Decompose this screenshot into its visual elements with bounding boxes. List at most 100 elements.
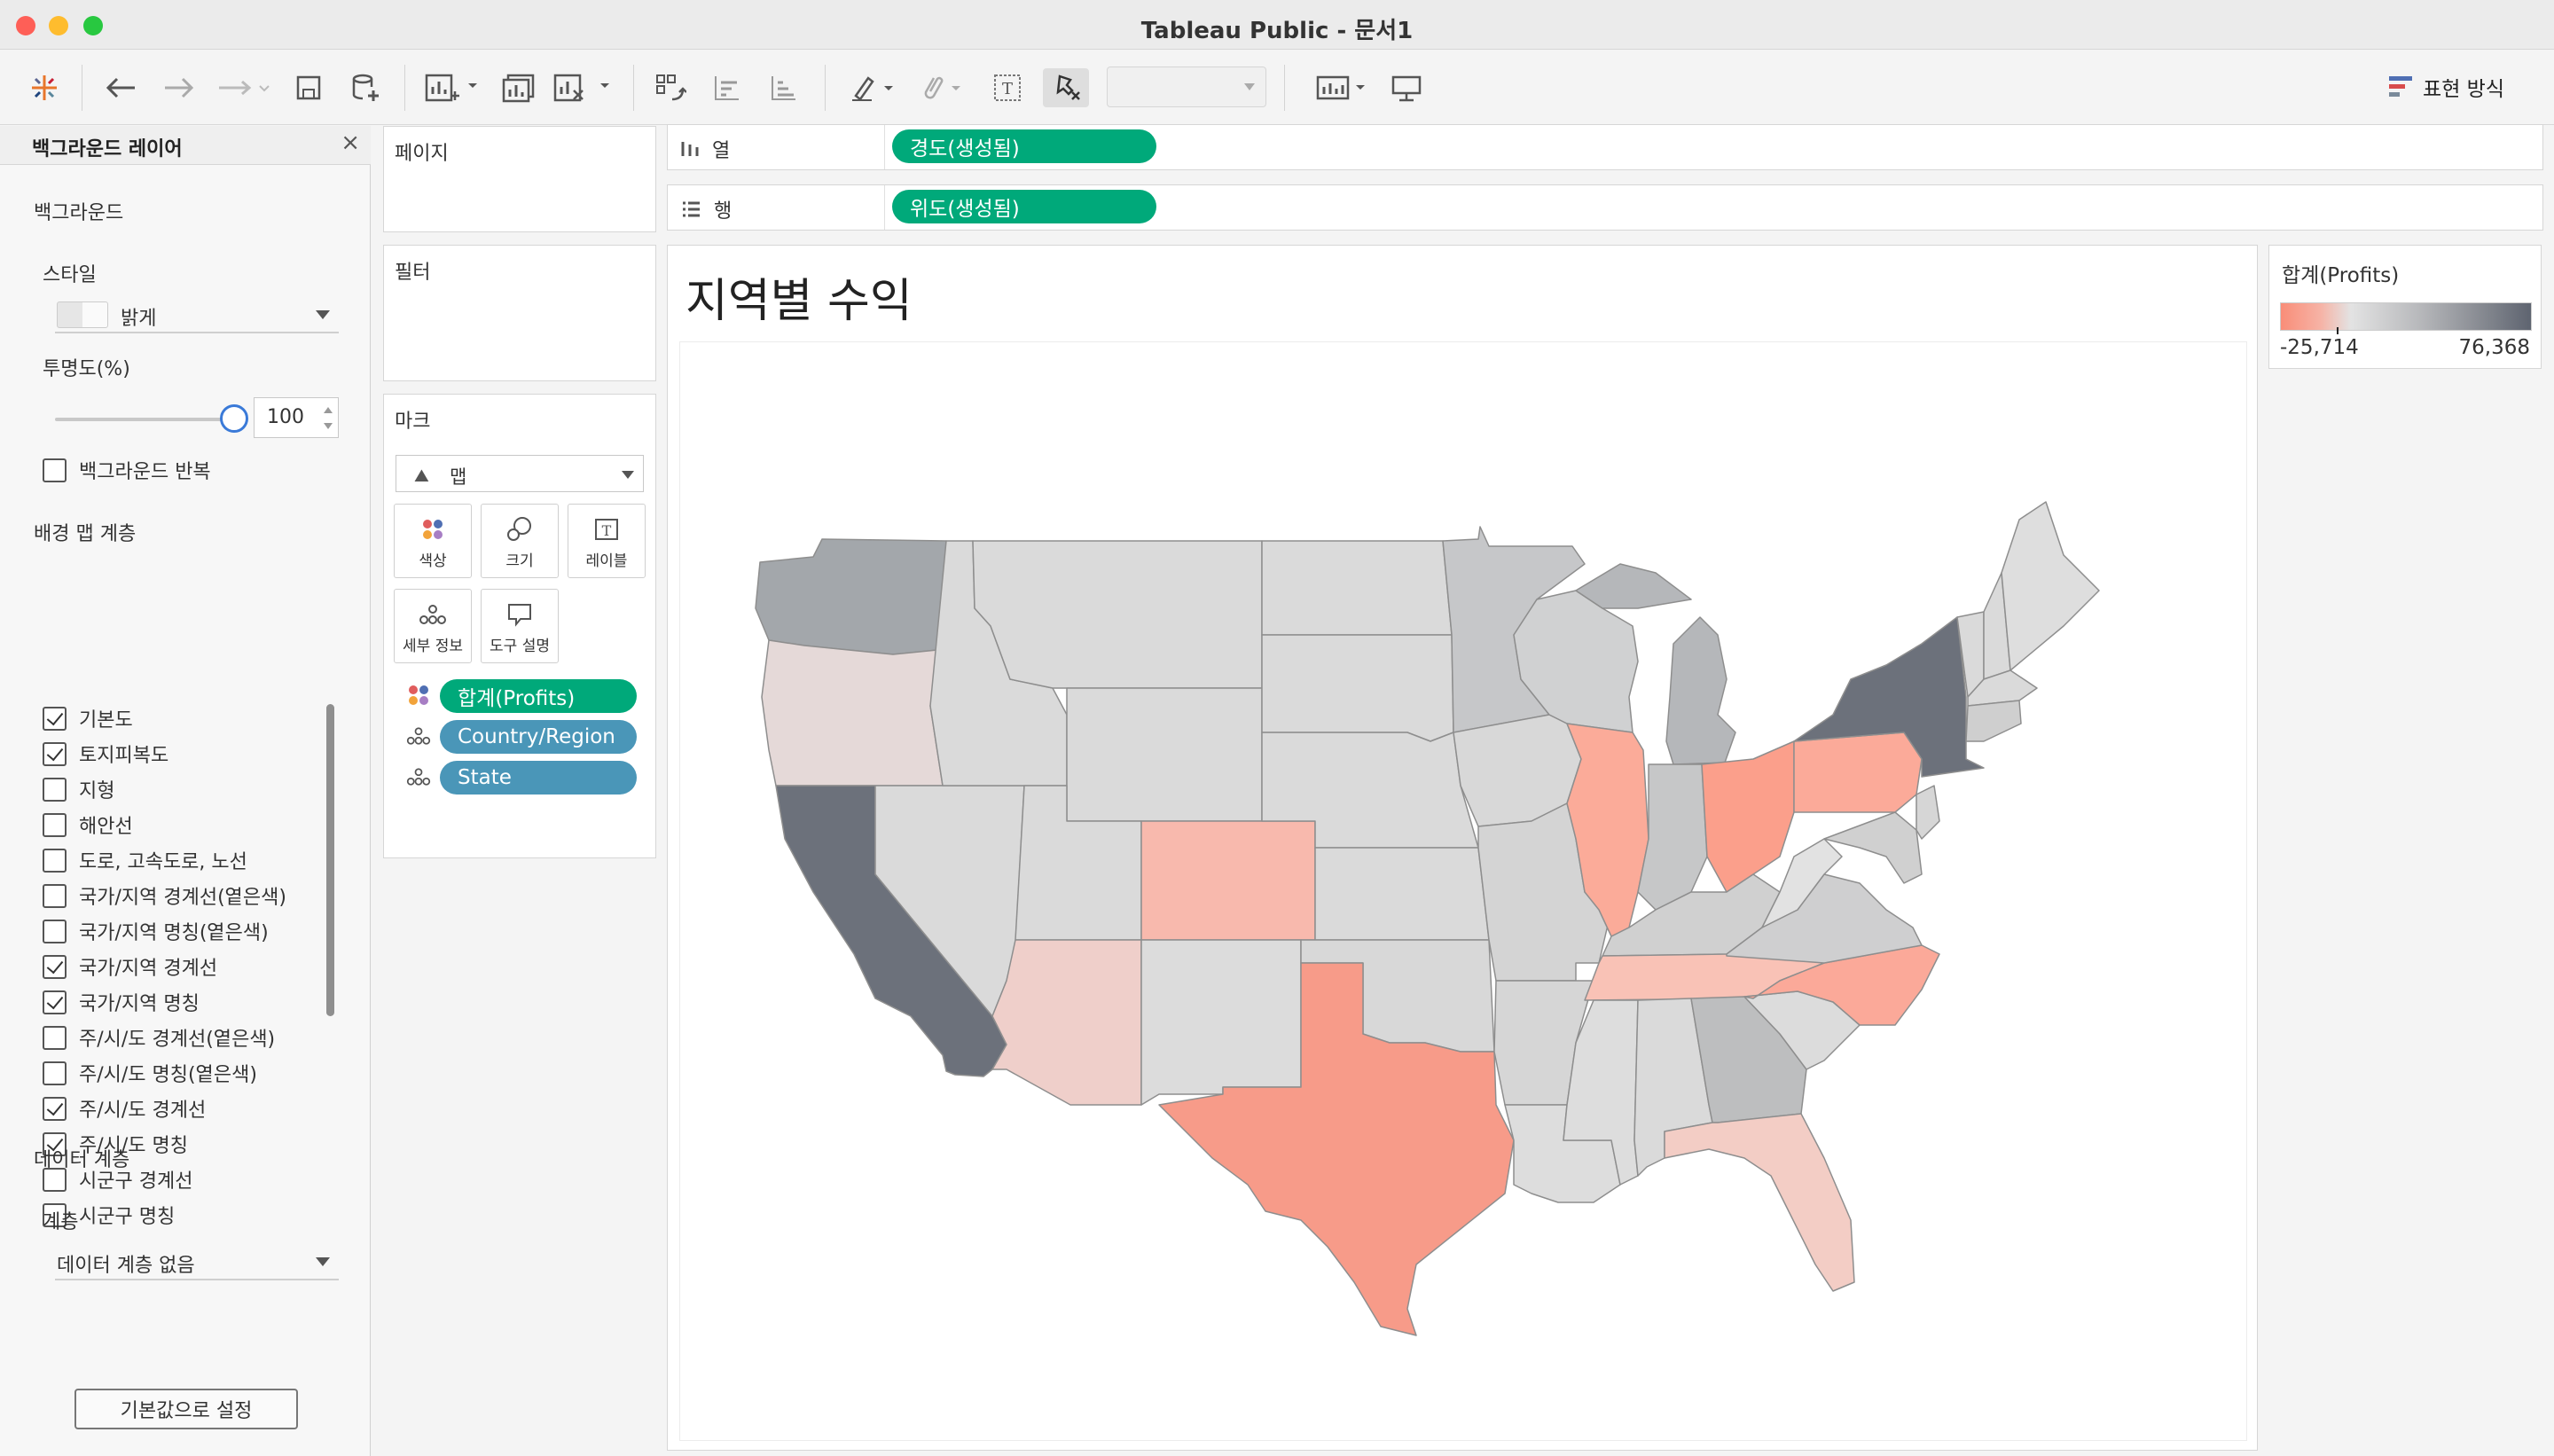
highlight-icon[interactable] <box>846 68 899 107</box>
shelf-divider <box>884 185 885 230</box>
save-icon[interactable] <box>289 68 328 107</box>
fit-dropdown[interactable] <box>1107 67 1266 107</box>
profits-color-pill[interactable]: 합계(Profits) <box>440 679 637 713</box>
columns-icon <box>681 142 699 156</box>
swap-rows-columns-icon[interactable] <box>649 68 692 107</box>
map-layer-item[interactable]: 국가/지역 경계선 <box>43 952 217 981</box>
reset-to-default-button[interactable]: 기본값으로 설정 <box>74 1389 298 1429</box>
state-colorado <box>1140 820 1316 941</box>
map-layer-label: 주/시/도 명칭(옅은색) <box>79 1064 257 1086</box>
panel-header: 백그라운드 레이어 × <box>0 126 371 165</box>
opacity-slider-handle[interactable] <box>220 404 248 433</box>
color-button[interactable]: 색상 <box>394 504 472 578</box>
svg-text:T: T <box>602 522 612 539</box>
map-layer-label: 국가/지역 명칭 <box>79 993 200 1015</box>
longitude-pill[interactable]: 경도(생성됨) <box>892 129 1156 163</box>
country-region-detail-pill[interactable]: Country/Region <box>440 720 637 754</box>
checkbox-checked-icon[interactable] <box>43 990 67 1014</box>
checkbox-checked-icon[interactable] <box>43 706 67 731</box>
color-label: 색상 <box>419 552 447 570</box>
layer-label: 계층 <box>43 1211 79 1233</box>
opacity-slider-track[interactable] <box>55 418 231 421</box>
close-panel-icon[interactable]: × <box>341 129 360 156</box>
checkbox-icon[interactable] <box>43 812 67 837</box>
tableau-logo-icon[interactable] <box>25 68 64 107</box>
sort-descending-icon[interactable] <box>763 68 805 107</box>
map-layer-item[interactable]: 국가/지역 경계선(옅은색) <box>43 881 286 910</box>
checkbox-icon[interactable] <box>43 777 67 802</box>
checkbox-icon[interactable] <box>43 1061 67 1085</box>
duplicate-sheet-icon[interactable] <box>497 68 541 107</box>
size-button[interactable]: 크기 <box>481 504 559 578</box>
map-layer-item[interactable]: 주/시/도 명칭(옅은색) <box>43 1059 257 1087</box>
clear-sheet-icon[interactable] <box>550 68 614 107</box>
detail-button[interactable]: 세부 정보 <box>394 589 472 663</box>
checkbox-icon[interactable] <box>43 848 67 873</box>
checkbox-checked-icon[interactable] <box>43 741 67 766</box>
style-swatch-icon <box>57 301 108 328</box>
map-layer-item[interactable]: 국가/지역 명칭 <box>43 988 200 1016</box>
checkbox-checked-icon[interactable] <box>43 954 67 979</box>
checkbox-icon[interactable] <box>43 1025 67 1050</box>
show-cards-icon[interactable] <box>1312 68 1373 107</box>
latitude-pill[interactable]: 위도(생성됨) <box>892 190 1156 223</box>
stepper-down-icon[interactable] <box>324 423 333 429</box>
toolbar-separator <box>1284 65 1285 111</box>
checkbox-icon[interactable] <box>43 458 67 482</box>
us-profit-map[interactable] <box>680 342 2248 1442</box>
label-label: 레이블 <box>585 552 628 570</box>
label-button[interactable]: T 레이블 <box>568 504 646 578</box>
mark-type-dropdown[interactable]: ⛰ 맵 <box>396 455 644 492</box>
style-label: 스타일 <box>43 264 97 286</box>
presentation-mode-icon[interactable] <box>1385 68 1428 107</box>
sort-ascending-icon[interactable] <box>706 68 748 107</box>
map-layer-item[interactable]: 주/시/도 경계선(옅은색) <box>43 1023 275 1052</box>
show-mark-labels-icon[interactable]: T <box>986 68 1029 107</box>
show-me-button[interactable]: 표현 방식 <box>2389 72 2504 102</box>
view-title[interactable]: 지역별 수익 <box>686 263 913 330</box>
window-title: Tableau Public - 문서1 <box>1140 18 1414 44</box>
group-members-icon[interactable] <box>913 68 967 107</box>
opacity-stepper[interactable]: 100 <box>254 397 339 438</box>
marks-title: 마크 <box>395 411 431 433</box>
tooltip-button[interactable]: 도구 설명 <box>481 589 559 663</box>
filters-card[interactable]: 필터 <box>383 245 656 381</box>
checkbox-checked-icon[interactable] <box>43 1096 67 1121</box>
checkbox-icon[interactable] <box>43 919 67 943</box>
map-layer-item[interactable]: 도로, 고속도로, 노선 <box>43 846 247 874</box>
map-layer-item[interactable]: 기본도 <box>43 704 133 732</box>
worksheet-view: 지역별 수익 <box>667 245 2258 1451</box>
replay-animation-icon[interactable] <box>213 68 275 107</box>
tooltip-icon <box>506 599 533 630</box>
state-indiana <box>1637 763 1708 911</box>
map-layer-item[interactable]: 토지피복도 <box>43 740 168 768</box>
undo-icon[interactable] <box>99 68 142 107</box>
state-florida <box>1664 1113 1855 1292</box>
fix-axes-icon[interactable] <box>1043 68 1089 107</box>
columns-shelf-label: 열 <box>680 135 730 163</box>
new-data-source-icon[interactable] <box>346 68 385 107</box>
map-layer-label: 해안선 <box>79 816 133 838</box>
toolbar: T 표현 방식 <box>0 51 2554 125</box>
map-layer-item[interactable]: 국가/지역 명칭(옅은색) <box>43 917 269 945</box>
size-label: 크기 <box>505 552 534 570</box>
style-dropdown[interactable]: 밝게 <box>55 294 339 333</box>
map-layer-item[interactable]: 지형 <box>43 775 114 803</box>
detail-label: 세부 정보 <box>403 638 463 655</box>
tableau-window: Tableau Public - 문서1 T 표현 방식 백그라운드 레이어 ×… <box>0 0 2554 1456</box>
pages-card[interactable]: 페이지 <box>383 126 656 232</box>
stepper-up-icon[interactable] <box>324 407 333 413</box>
data-layer-dropdown[interactable]: 데이터 계층 없음 <box>55 1241 339 1280</box>
map-layer-item[interactable]: 주/시/도 경계선 <box>43 1094 206 1123</box>
new-worksheet-icon[interactable] <box>420 68 482 107</box>
map-area[interactable] <box>679 341 2247 1441</box>
color-legend[interactable]: 합계(Profits) -25,714 76,368 <box>2268 245 2542 369</box>
state-washington <box>755 538 947 655</box>
repeat-background-checkbox[interactable]: 백그라운드 반복 <box>43 456 211 484</box>
redo-icon[interactable] <box>158 68 200 107</box>
checkbox-icon[interactable] <box>43 883 67 908</box>
map-layer-item[interactable]: 해안선 <box>43 810 133 839</box>
layers-scrollbar[interactable] <box>326 704 334 1016</box>
state-detail-pill[interactable]: State <box>440 761 637 795</box>
map-layer-label: 기본도 <box>79 709 133 732</box>
